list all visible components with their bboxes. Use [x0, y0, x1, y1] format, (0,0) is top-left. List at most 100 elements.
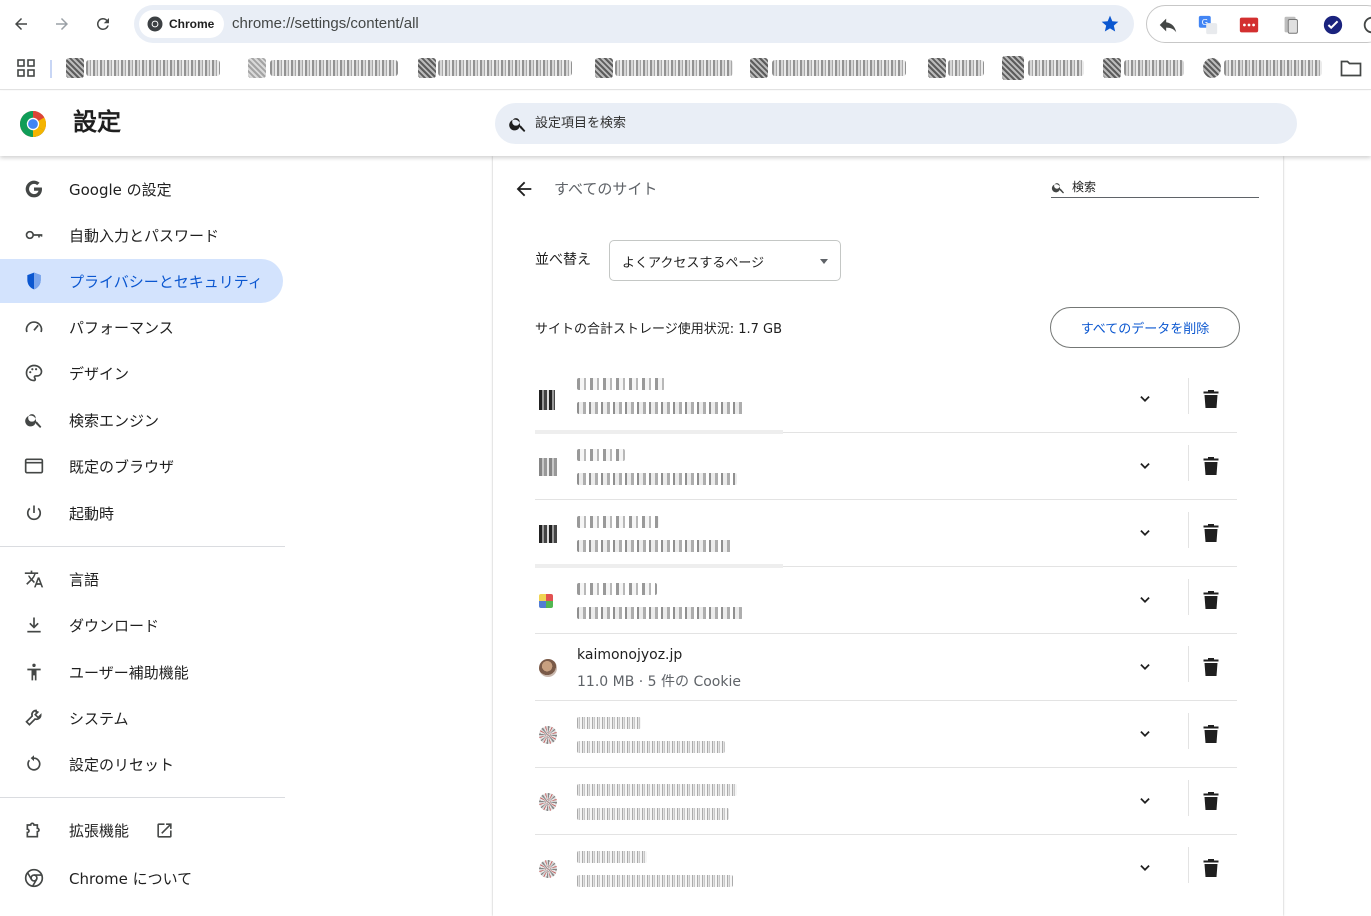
- expand-button[interactable]: [1133, 722, 1157, 746]
- bookmark-favicon-icon: [1002, 56, 1024, 80]
- delete-site-button[interactable]: [1199, 789, 1223, 813]
- trash-icon: [1203, 725, 1219, 743]
- site-search-input[interactable]: [1072, 176, 1252, 197]
- sidebar-item-startup[interactable]: 起動時: [0, 491, 283, 535]
- bookmark-favicon-icon: [66, 58, 84, 78]
- sidebar-item-system[interactable]: システム: [0, 696, 283, 740]
- sidebar-item-search-engine[interactable]: 検索エンジン: [0, 398, 283, 442]
- sidebar-item-appearance[interactable]: デザイン: [0, 351, 283, 395]
- address-bar[interactable]: Chrome chrome://settings/content/all: [134, 5, 1134, 43]
- chrome-logo-icon: [147, 16, 163, 32]
- redacted-site-meta: [577, 741, 725, 753]
- bookmark-item[interactable]: [948, 60, 984, 76]
- chrome-logo-icon: [19, 111, 47, 138]
- sidebar-item-performance[interactable]: パフォーマンス: [0, 305, 283, 349]
- expand-button[interactable]: [1133, 588, 1157, 612]
- sidebar-item-reset[interactable]: 設定のリセット: [0, 742, 283, 786]
- settings-search-input[interactable]: [535, 103, 1235, 144]
- sidebar-item-downloads[interactable]: ダウンロード: [0, 603, 283, 647]
- delete-site-button[interactable]: [1199, 454, 1223, 478]
- delete-all-data-button[interactable]: すべてのデータを削除: [1050, 307, 1240, 348]
- sidebar-item-default-browser[interactable]: 既定のブラウザ: [0, 444, 283, 488]
- bookmark-item[interactable]: [615, 60, 733, 76]
- bookmark-favicon-icon: [750, 58, 768, 78]
- delete-site-button[interactable]: [1199, 856, 1223, 880]
- sort-dropdown[interactable]: よくアクセスするページ: [609, 240, 841, 281]
- reload-button[interactable]: [87, 8, 119, 40]
- sidebar-item-label: パフォーマンス: [69, 318, 174, 337]
- expand-button[interactable]: [1133, 856, 1157, 880]
- dropdown-caret-icon: [820, 259, 828, 264]
- delete-site-button[interactable]: [1199, 387, 1223, 411]
- delete-site-button[interactable]: [1199, 521, 1223, 545]
- sidebar-item-label: プライバシーとセキュリティ: [69, 272, 263, 291]
- bookmark-item[interactable]: [86, 60, 220, 76]
- chevron-down-icon: [1140, 664, 1150, 670]
- redacted-site-meta: [577, 473, 737, 485]
- site-row[interactable]: [535, 768, 1237, 835]
- sidebar-item-google[interactable]: Google の設定: [0, 167, 283, 211]
- bookmark-item[interactable]: [1124, 60, 1184, 76]
- row-divider: [1188, 512, 1189, 548]
- chrome-logo-icon: [24, 868, 44, 888]
- forward-button[interactable]: [46, 8, 78, 40]
- expand-button[interactable]: [1133, 655, 1157, 679]
- sidebar-item-autofill[interactable]: 自動入力とパスワード: [0, 213, 283, 257]
- bookmark-item[interactable]: [1224, 60, 1322, 76]
- key-icon: [24, 225, 44, 245]
- sidebar-item-about-chrome[interactable]: Chrome について: [0, 856, 283, 900]
- clipboard-extension-icon[interactable]: [1280, 14, 1302, 36]
- bookmark-item[interactable]: [1028, 60, 1084, 76]
- site-row[interactable]: [535, 835, 1237, 902]
- folder-icon[interactable]: [1340, 59, 1362, 77]
- delete-site-button[interactable]: [1199, 588, 1223, 612]
- more-extensions-icon[interactable]: [1361, 14, 1371, 36]
- chevron-down-icon: [1140, 597, 1150, 603]
- settings-search: [495, 103, 1297, 144]
- apps-grid-icon[interactable]: [17, 59, 35, 77]
- sidebar-item-extensions[interactable]: 拡張機能: [0, 808, 283, 852]
- site-chip[interactable]: Chrome: [139, 10, 225, 38]
- reply-arrow-icon[interactable]: [1157, 14, 1179, 36]
- site-row[interactable]: [535, 567, 1237, 634]
- sidebar-item-languages[interactable]: 言語: [0, 557, 283, 601]
- translate-extension-icon[interactable]: G: [1197, 14, 1219, 36]
- back-button[interactable]: [5, 8, 37, 40]
- delete-site-button[interactable]: [1199, 655, 1223, 679]
- expand-button[interactable]: [1133, 454, 1157, 478]
- search-icon: [1051, 183, 1064, 194]
- bookmark-item[interactable]: [270, 60, 398, 76]
- expand-button[interactable]: [1133, 521, 1157, 545]
- site-row[interactable]: [535, 366, 1237, 434]
- shield-icon: [24, 271, 44, 291]
- expand-button[interactable]: [1133, 789, 1157, 813]
- sidebar-item-privacy[interactable]: プライバシーとセキュリティ: [0, 259, 283, 303]
- expand-button[interactable]: [1133, 387, 1157, 411]
- site-row[interactable]: kaimonojyoz.jp 11.0 MB · 5 件の Cookie: [535, 634, 1237, 701]
- sidebar-item-label: ダウンロード: [69, 616, 160, 635]
- bookmark-favicon-icon: [248, 58, 266, 78]
- back-arrow-icon[interactable]: [513, 178, 535, 200]
- site-row[interactable]: [535, 433, 1237, 500]
- url-text[interactable]: chrome://settings/content/all: [232, 5, 419, 43]
- checkmark-extension-icon[interactable]: [1322, 14, 1344, 36]
- chevron-down-icon: [1140, 530, 1150, 536]
- trash-icon: [1203, 457, 1219, 475]
- chevron-down-icon: [1140, 865, 1150, 871]
- bookmark-star-icon[interactable]: [1100, 14, 1120, 34]
- arrow-right-icon: [56, 18, 68, 30]
- site-row[interactable]: [535, 500, 1237, 568]
- bookmark-item[interactable]: [438, 60, 572, 76]
- redacted-site-meta: [577, 875, 733, 887]
- site-row[interactable]: [535, 701, 1237, 768]
- row-divider: [1188, 646, 1189, 682]
- site-usage: 11.0 MB · 5 件の Cookie: [577, 674, 741, 690]
- chevron-down-icon: [1140, 731, 1150, 737]
- sidebar-item-accessibility[interactable]: ユーザー補助機能: [0, 650, 283, 694]
- sort-label: 並べ替え: [535, 252, 591, 268]
- password-manager-icon[interactable]: [1238, 14, 1260, 36]
- delete-site-button[interactable]: [1199, 722, 1223, 746]
- bookmark-item[interactable]: [772, 60, 906, 76]
- arrow-left-icon: [15, 18, 27, 30]
- redacted-site-name: [577, 784, 737, 796]
